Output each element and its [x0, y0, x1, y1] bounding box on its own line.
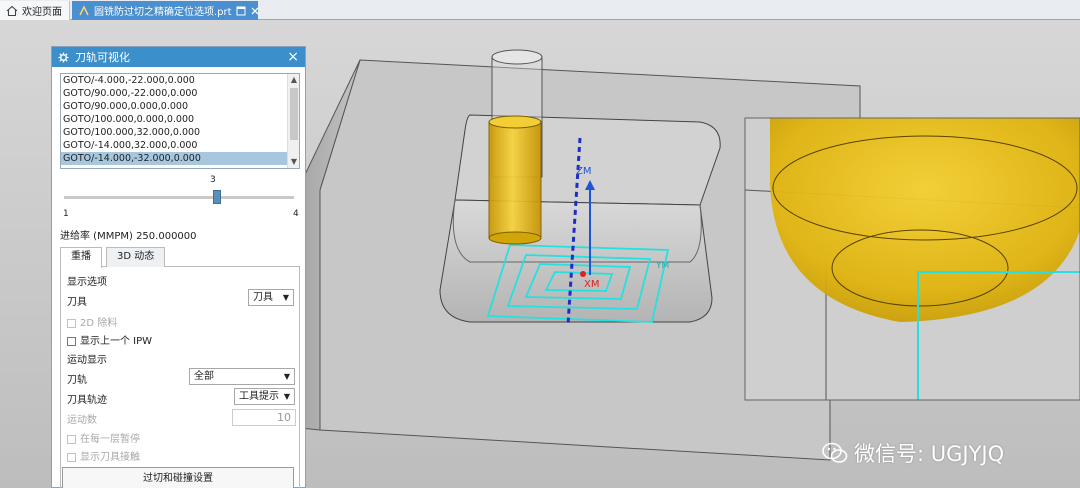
- tool-trace-label: 刀具轨迹: [67, 395, 107, 406]
- blank-2d-checkbox[interactable]: [67, 318, 76, 328]
- chevron-down-icon: ▼: [283, 372, 290, 381]
- toolpath-label: 刀轨: [67, 375, 87, 386]
- show-tool-contact-checkbox[interactable]: [67, 452, 76, 462]
- chevron-down-icon: ▼: [282, 293, 289, 302]
- show-prev-ipw-row: 显示上一个 IPW: [67, 332, 152, 347]
- blank-2d-row: 2D 除料: [67, 314, 117, 329]
- goto-list[interactable]: GOTO/-4.000,-22.000,0.000 GOTO/90.000,-2…: [60, 73, 300, 169]
- close-icon[interactable]: ×: [287, 50, 299, 64]
- mode-tabs: 重播 3D 动态: [60, 245, 300, 268]
- tab-part-file-label: 圆铣防过切之精确定位选项.prt: [94, 7, 232, 18]
- axis-y-label: YM: [655, 261, 669, 271]
- tool-dropdown-value: 刀具: [253, 292, 273, 303]
- gear-icon: [58, 51, 69, 63]
- dialog-title: 刀轨可视化: [75, 51, 130, 64]
- list-item[interactable]: GOTO/100.000,32.000,0.000: [61, 126, 299, 139]
- slider-value: 3: [210, 175, 216, 185]
- replay-options: 显示选项 刀具 刀具 ▼ 2D 除料 显示上一个 IPW 运动显示 刀轨 全部 …: [60, 267, 300, 488]
- show-prev-ipw-checkbox[interactable]: [67, 336, 76, 346]
- close-tab-icon[interactable]: [250, 6, 260, 16]
- speed-slider-track[interactable]: [64, 196, 294, 199]
- list-item[interactable]: GOTO/90.000,0.000,0.000: [61, 100, 299, 113]
- home-icon: [6, 5, 18, 16]
- axis-z-label: ZM: [576, 166, 591, 177]
- scroll-down-icon[interactable]: ▼: [289, 157, 299, 167]
- pause-each-layer-row: 在每一层暂停: [67, 430, 140, 445]
- tool-trace-dropdown[interactable]: 工具提示 ▼: [234, 388, 295, 405]
- wechat-icon: [822, 442, 848, 463]
- speed-slider-handle[interactable]: [213, 190, 222, 204]
- motion-display-heading: 运动显示: [67, 355, 107, 366]
- show-prev-ipw-label: 显示上一个 IPW: [80, 336, 153, 347]
- tool-label: 刀具: [67, 297, 87, 308]
- scrollbar-thumb[interactable]: [290, 88, 298, 140]
- list-item[interactable]: GOTO/-4.000,-22.000,0.000: [61, 74, 299, 87]
- restore-icon[interactable]: [236, 6, 246, 16]
- wechat-watermark: 微信号: UGJYJQ: [822, 438, 1004, 468]
- list-scrollbar[interactable]: ▲ ▼: [287, 74, 299, 168]
- tool-trace-dropdown-value: 工具提示: [239, 391, 279, 402]
- toolpath-visualization-dialog: 刀轨可视化 × GOTO/-4.000,-22.000,0.000 GOTO/9…: [51, 46, 306, 488]
- tab-3d-dynamic[interactable]: 3D 动态: [106, 247, 166, 267]
- toolpath-dropdown[interactable]: 全部 ▼: [189, 368, 295, 385]
- feedrate-readout: 进给率 (MMPM) 250.000000: [60, 231, 197, 242]
- pause-each-layer-label: 在每一层暂停: [80, 434, 140, 445]
- axis-x-label: XM: [584, 279, 599, 290]
- list-item[interactable]: GOTO/100.000,0.000,0.000: [61, 113, 299, 126]
- document-tab-bar: 欢迎页面 圆铣防过切之精确定位选项.prt: [0, 0, 1080, 20]
- tool-dropdown[interactable]: 刀具 ▼: [248, 289, 294, 306]
- tab-part-file[interactable]: 圆铣防过切之精确定位选项.prt: [72, 1, 260, 20]
- display-options-heading: 显示选项: [67, 277, 107, 288]
- blank-2d-label: 2D 除料: [80, 318, 118, 329]
- part-file-icon: [79, 4, 89, 15]
- chevron-down-icon: ▼: [283, 392, 290, 401]
- list-item[interactable]: GOTO/90.000,-22.000,0.000: [61, 87, 299, 100]
- list-item[interactable]: GOTO/-14.000,32.000,0.000: [61, 139, 299, 152]
- gouge-collision-settings-button[interactable]: 过切和碰撞设置: [62, 467, 294, 488]
- tab-welcome[interactable]: 欢迎页面: [0, 1, 70, 20]
- dialog-title-bar[interactable]: 刀轨可视化 ×: [52, 47, 305, 67]
- pause-each-layer-checkbox[interactable]: [67, 434, 76, 444]
- show-tool-contact-row: 显示刀具接触: [67, 448, 140, 463]
- slider-min: 1: [63, 209, 69, 219]
- show-tool-contact-label: 显示刀具接触: [80, 452, 140, 463]
- tab-welcome-label: 欢迎页面: [22, 7, 62, 18]
- watermark-text: 微信号: UGJYJQ: [854, 442, 1005, 466]
- toolpath-dropdown-value: 全部: [194, 371, 214, 382]
- motion-count-label: 运动数: [67, 415, 97, 426]
- motion-count-input[interactable]: 10: [232, 409, 296, 426]
- slider-max: 4: [293, 209, 299, 219]
- tab-replay[interactable]: 重播: [60, 247, 102, 268]
- list-item-selected[interactable]: GOTO/-14.000,-32.000,0.000: [61, 152, 299, 165]
- scroll-up-icon[interactable]: ▲: [289, 75, 299, 85]
